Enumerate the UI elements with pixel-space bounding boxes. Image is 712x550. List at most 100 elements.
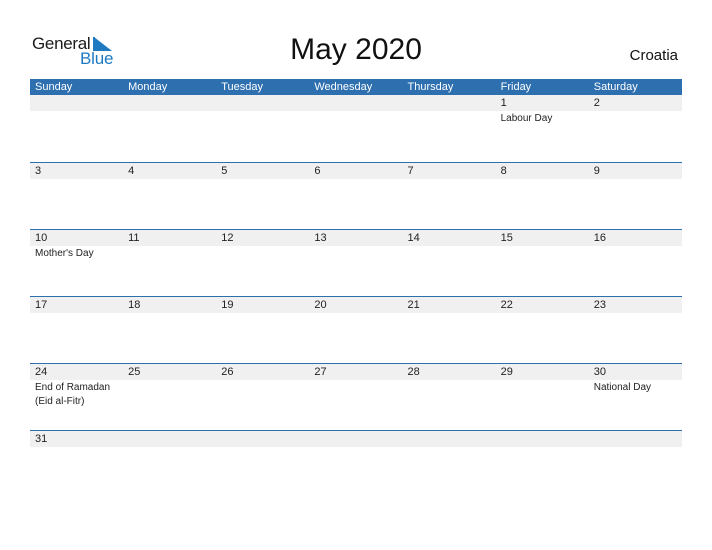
day-number: 25 bbox=[128, 366, 141, 378]
day-cell: 2 bbox=[589, 95, 682, 126]
day-number: 10 bbox=[35, 232, 48, 244]
week-cells: 31 bbox=[30, 431, 682, 448]
weekday-wednesday: Wednesday bbox=[314, 81, 373, 93]
day-number bbox=[128, 95, 216, 111]
day-number: 12 bbox=[221, 232, 234, 244]
weekday-saturday: Saturday bbox=[593, 81, 638, 93]
day-cell: 27 bbox=[309, 364, 402, 409]
day-cell: 16 bbox=[589, 230, 682, 261]
day-number: 22 bbox=[500, 299, 513, 311]
day-number bbox=[501, 431, 589, 447]
day-number: 5 bbox=[221, 165, 228, 177]
day-cell bbox=[496, 431, 589, 448]
day-number: 6 bbox=[314, 165, 321, 177]
day-cell: 6 bbox=[309, 163, 402, 180]
day-number: 23 bbox=[593, 299, 606, 311]
holiday-label: Mother's Day bbox=[35, 248, 94, 259]
holiday-label: National Day bbox=[593, 382, 652, 393]
day-cell bbox=[30, 95, 123, 126]
week-row: 3 4 5 6 7 8 9 bbox=[30, 162, 682, 229]
day-cell: 1 Labour Day bbox=[496, 95, 589, 126]
day-cell: 25 bbox=[123, 364, 216, 409]
day-number: 29 bbox=[500, 366, 513, 378]
weekday-header: Sunday Monday Tuesday Wednesday Thursday… bbox=[30, 79, 682, 95]
day-number bbox=[314, 95, 402, 111]
day-number: 31 bbox=[35, 433, 48, 445]
day-cell: 13 bbox=[309, 230, 402, 261]
week-cells: 3 4 5 6 7 8 9 bbox=[30, 163, 682, 180]
day-cell: 22 bbox=[496, 297, 589, 314]
weekday-sunday: Sunday bbox=[35, 81, 73, 93]
day-cell: 24 End of Ramadan (Eid al-Fitr) bbox=[30, 364, 123, 409]
day-number: 24 bbox=[35, 366, 48, 378]
day-cell: 5 bbox=[216, 163, 309, 180]
weekday-monday: Monday bbox=[128, 81, 168, 93]
day-number: 28 bbox=[407, 366, 420, 378]
day-number: 21 bbox=[407, 299, 420, 311]
day-cell bbox=[123, 95, 216, 126]
day-cell bbox=[216, 95, 309, 126]
weekday-thursday: Thursday bbox=[407, 81, 454, 93]
day-cell bbox=[123, 431, 216, 448]
day-number bbox=[128, 431, 216, 447]
weeks-container: 1 Labour Day 2 3 4 5 6 7 8 9 10 Mother's Day 11 12 13 1… bbox=[30, 95, 682, 497]
day-number bbox=[221, 431, 309, 447]
day-cell bbox=[216, 431, 309, 448]
day-number: 27 bbox=[314, 366, 327, 378]
holiday-label: End of Ramadan (Eid al-Fitr) bbox=[35, 382, 111, 407]
day-number: 14 bbox=[407, 232, 420, 244]
day-cell: 18 bbox=[123, 297, 216, 314]
day-cell: 14 bbox=[403, 230, 496, 261]
day-number: 17 bbox=[35, 299, 48, 311]
day-number: 30 bbox=[593, 366, 606, 378]
day-number bbox=[314, 431, 402, 447]
weekday-friday: Friday bbox=[500, 81, 532, 93]
day-cell: 3 bbox=[30, 163, 123, 180]
week-cells: 10 Mother's Day 11 12 13 14 15 16 bbox=[30, 230, 682, 261]
day-number bbox=[221, 95, 309, 111]
day-number: 11 bbox=[128, 232, 140, 244]
day-cell: 8 bbox=[496, 163, 589, 180]
day-cell bbox=[403, 95, 496, 126]
weekday-tuesday: Tuesday bbox=[221, 81, 264, 93]
week-row: 24 End of Ramadan (Eid al-Fitr) 25 26 27 28 29… bbox=[30, 363, 682, 430]
day-number bbox=[408, 431, 496, 447]
day-cell: 4 bbox=[123, 163, 216, 180]
day-cell: 15 bbox=[496, 230, 589, 261]
day-cell: 28 bbox=[403, 364, 496, 409]
page-title: May 2020 bbox=[290, 33, 422, 66]
day-number: 2 bbox=[593, 97, 600, 109]
day-cell: 30 National Day bbox=[589, 364, 682, 409]
day-cell: 20 bbox=[309, 297, 402, 314]
day-cell: 17 bbox=[30, 297, 123, 314]
day-number: 16 bbox=[593, 232, 606, 244]
week-row: 31 bbox=[30, 430, 682, 497]
day-number: 4 bbox=[128, 165, 135, 177]
day-number: 15 bbox=[500, 232, 513, 244]
day-cell: 19 bbox=[216, 297, 309, 314]
day-cell: 23 bbox=[589, 297, 682, 314]
day-number: 20 bbox=[314, 299, 327, 311]
week-cells: 1 Labour Day 2 bbox=[30, 95, 682, 126]
holiday-label: Labour Day bbox=[500, 113, 553, 124]
day-cell: 26 bbox=[216, 364, 309, 409]
day-number: 26 bbox=[221, 366, 234, 378]
day-cell bbox=[309, 95, 402, 126]
day-cell: 7 bbox=[403, 163, 496, 180]
week-row: 17 18 19 20 21 22 23 bbox=[30, 296, 682, 363]
day-number: 19 bbox=[221, 299, 234, 311]
day-cell: 31 bbox=[30, 431, 123, 448]
day-cell: 9 bbox=[589, 163, 682, 180]
day-number bbox=[408, 95, 496, 111]
week-cells: 17 18 19 20 21 22 23 bbox=[30, 297, 682, 314]
week-row: 10 Mother's Day 11 12 13 14 15 16 bbox=[30, 229, 682, 296]
calendar: Sunday Monday Tuesday Wednesday Thursday… bbox=[30, 79, 682, 497]
day-number: 18 bbox=[128, 299, 141, 311]
day-cell: 10 Mother's Day bbox=[30, 230, 123, 261]
day-number: 1 bbox=[500, 97, 507, 109]
day-number: 9 bbox=[593, 165, 600, 177]
day-cell: 11 bbox=[123, 230, 216, 261]
day-cell: 21 bbox=[403, 297, 496, 314]
day-cell: 12 bbox=[216, 230, 309, 261]
day-cell bbox=[309, 431, 402, 448]
